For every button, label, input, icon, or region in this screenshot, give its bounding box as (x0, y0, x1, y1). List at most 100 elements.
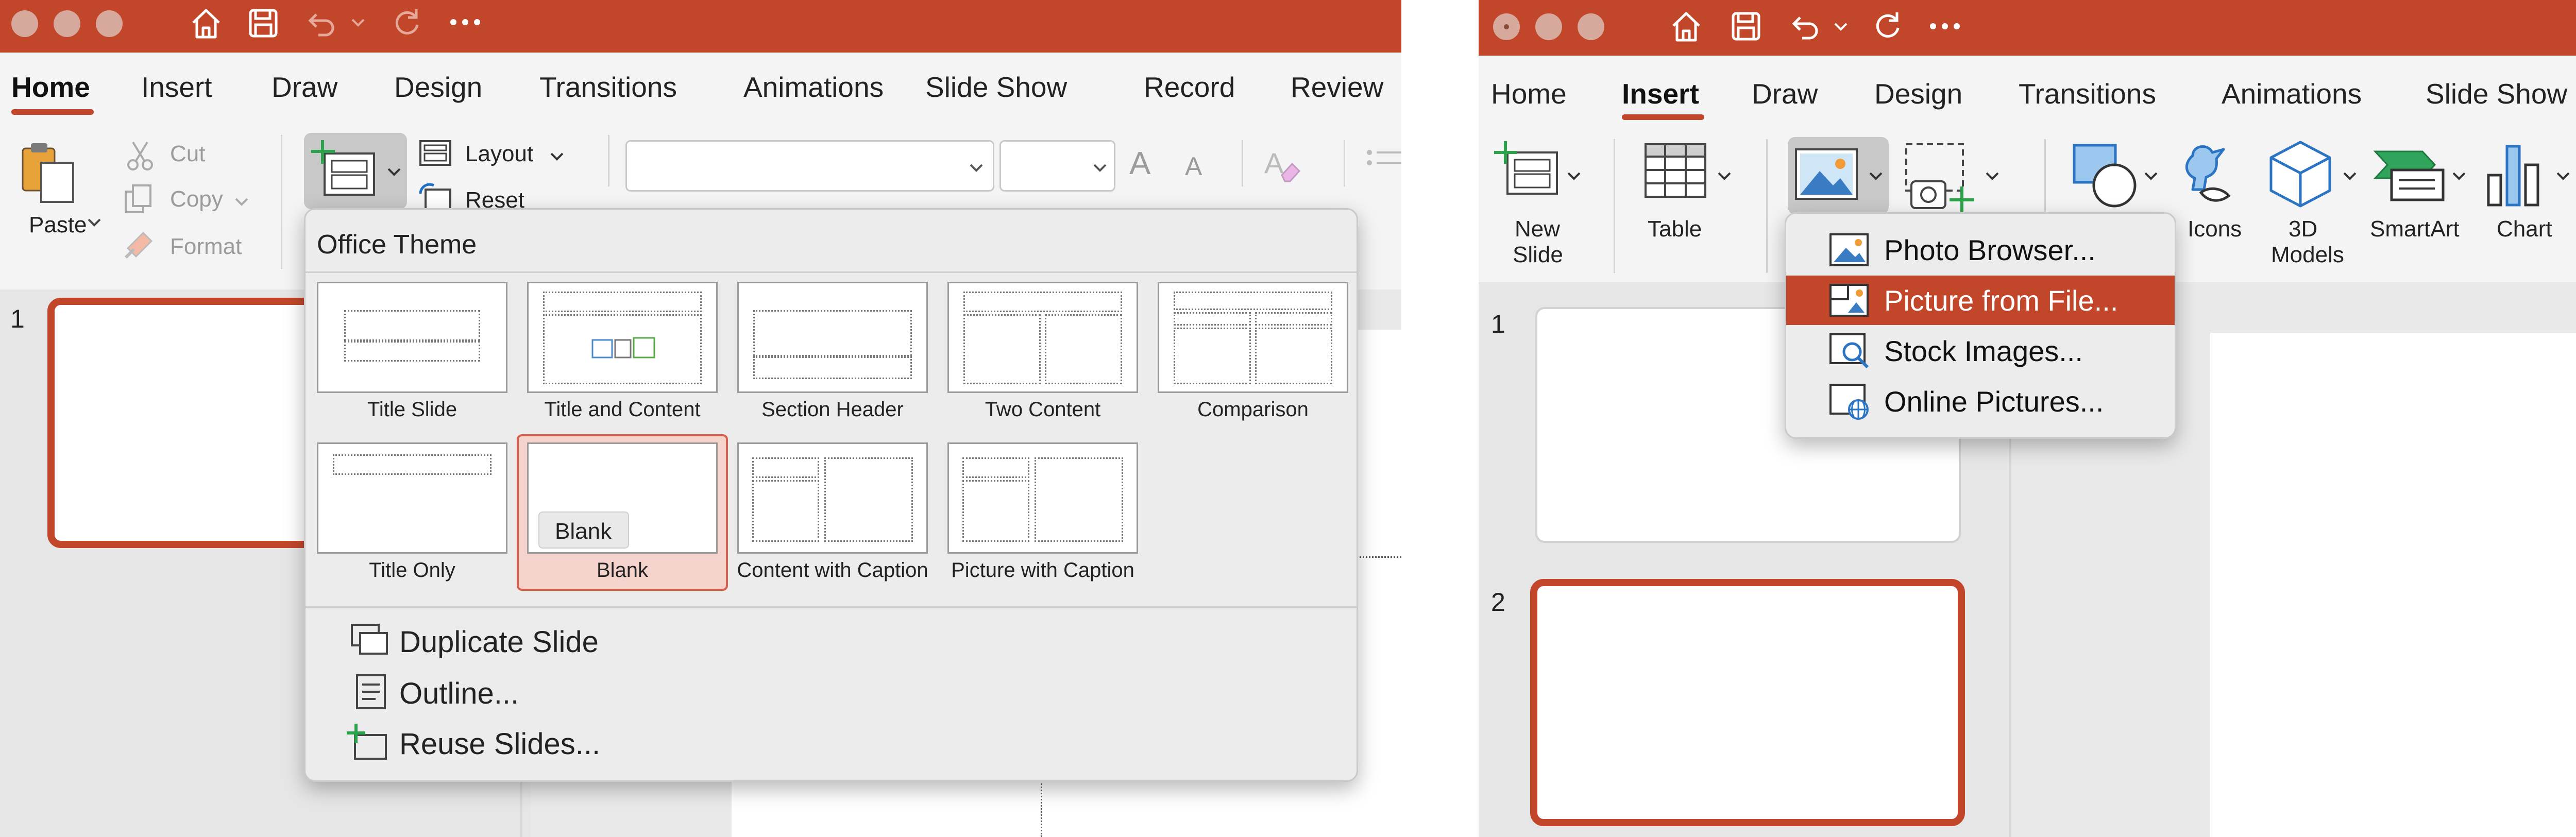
redo-icon[interactable] (1870, 8, 1904, 42)
undo-icon[interactable] (1788, 9, 1822, 43)
copy-icon[interactable] (123, 183, 155, 215)
close-window-button[interactable] (11, 10, 38, 37)
online-pictures-item[interactable]: Online Pictures... (1786, 377, 2175, 426)
paste-label[interactable]: Paste (29, 212, 87, 238)
zoom-window-button[interactable] (1578, 13, 1604, 40)
3d-models-label-line1[interactable]: 3D (2289, 216, 2317, 242)
more-icon[interactable] (1928, 21, 1962, 32)
tab-slide-show[interactable]: Slide Show (2426, 77, 2567, 110)
layout-title-and-content[interactable] (527, 282, 718, 393)
icons-label[interactable]: Icons (2188, 216, 2242, 242)
slide-thumbnail[interactable] (47, 298, 336, 548)
increase-font-size-button[interactable]: A (1129, 145, 1150, 182)
home-icon[interactable] (188, 5, 224, 41)
reuse-slides-item[interactable]: Reuse Slides... (399, 727, 600, 761)
layout-title-only[interactable] (317, 442, 507, 554)
zoom-window-button[interactable] (96, 10, 123, 37)
pictures-menu: Photo Browser... Picture from File... St… (1785, 212, 2176, 439)
screenshot-icon[interactable] (1904, 142, 1976, 214)
layout-title-slide[interactable] (317, 282, 507, 393)
save-icon[interactable] (1729, 9, 1763, 43)
format-painter-icon[interactable] (123, 228, 156, 261)
cut-label[interactable]: Cut (170, 141, 205, 167)
tab-home[interactable]: Home (11, 71, 90, 104)
paste-dropdown-icon[interactable] (87, 216, 102, 228)
stock-images-item[interactable]: Stock Images... (1786, 326, 2175, 375)
layout-content-with-caption[interactable] (737, 442, 928, 554)
tab-slide-show[interactable]: Slide Show (925, 71, 1067, 104)
undo-dropdown-icon[interactable] (1833, 21, 1849, 32)
new-slide-label-line2[interactable]: Slide (1513, 242, 1563, 268)
font-name-dropdown-icon[interactable] (969, 162, 984, 173)
redo-icon[interactable] (389, 5, 423, 39)
tab-insert[interactable]: Insert (141, 71, 212, 104)
undo-icon[interactable] (304, 6, 338, 40)
home-icon[interactable] (1668, 8, 1704, 44)
tab-transitions[interactable]: Transitions (539, 71, 677, 104)
decrease-font-size-button[interactable]: A (1185, 151, 1202, 181)
tab-draw[interactable]: Draw (1752, 77, 1818, 110)
smartart-label[interactable]: SmartArt (2370, 216, 2460, 242)
table-icon[interactable] (1643, 142, 1707, 199)
clear-formatting-icon[interactable]: A (1262, 143, 1303, 184)
save-icon[interactable] (246, 6, 280, 40)
smartart-dropdown-icon[interactable] (2451, 170, 2467, 181)
tab-home[interactable]: Home (1491, 77, 1567, 110)
chart-label[interactable]: Chart (2497, 216, 2552, 242)
pictures-dropdown-icon[interactable] (1868, 170, 1884, 181)
copy-dropdown-icon[interactable] (234, 196, 249, 207)
picture-from-file-item[interactable]: Picture from File... (1786, 276, 2175, 325)
format-label[interactable]: Format (170, 234, 242, 260)
icons-icon[interactable] (2172, 140, 2239, 207)
layout-label[interactable]: Layout (465, 141, 533, 167)
tab-animations[interactable]: Animations (743, 71, 884, 104)
minimize-window-button[interactable] (1535, 13, 1562, 40)
layout-picture-with-caption[interactable] (947, 442, 1138, 554)
tooltip-text: Blank (555, 519, 612, 544)
slide-canvas[interactable] (2210, 333, 2576, 837)
outline-item[interactable]: Outline... (399, 676, 519, 711)
layout-icon[interactable] (418, 139, 452, 167)
table-label[interactable]: Table (1648, 216, 1702, 242)
minimize-window-button[interactable] (54, 10, 80, 37)
font-size-dropdown-icon[interactable] (1092, 162, 1108, 173)
more-icon[interactable] (448, 16, 482, 28)
paste-icon[interactable] (16, 139, 83, 206)
window-button-dot (1504, 24, 1509, 29)
tab-design[interactable]: Design (1874, 77, 1962, 110)
3d-models-label-line2[interactable]: Models (2271, 242, 2344, 268)
bullets-icon[interactable] (1365, 147, 1401, 178)
chart-icon[interactable] (2485, 141, 2542, 208)
tab-transitions[interactable]: Transitions (2019, 77, 2156, 110)
new-slide-label-line1[interactable]: New (1515, 216, 1560, 242)
layout-dropdown-icon[interactable] (549, 150, 565, 162)
new-slide-dropdown-icon[interactable] (1566, 170, 1582, 181)
cut-icon[interactable] (126, 140, 155, 171)
layout-section-header[interactable] (737, 282, 928, 393)
chart-dropdown-icon[interactable] (2555, 170, 2571, 181)
screenshot-dropdown-icon[interactable] (1985, 170, 2000, 181)
layout-two-content[interactable] (947, 282, 1138, 393)
shapes-dropdown-icon[interactable] (2143, 170, 2159, 181)
3d-models-icon[interactable] (2267, 139, 2334, 209)
undo-dropdown-icon[interactable] (350, 16, 366, 28)
slide-thumbnail[interactable] (1530, 579, 1965, 826)
shapes-icon[interactable] (2071, 142, 2138, 209)
tab-review[interactable]: Review (1291, 71, 1383, 104)
tab-insert[interactable]: Insert (1622, 77, 1699, 110)
new-slide-icon[interactable] (1494, 140, 1561, 197)
photo-browser-label: Photo Browser... (1884, 234, 2096, 266)
new-slide-dropdown-icon[interactable] (386, 166, 402, 177)
tab-record[interactable]: Record (1144, 71, 1235, 104)
font-name-combo[interactable] (625, 140, 994, 192)
duplicate-slide-item[interactable]: Duplicate Slide (399, 625, 599, 659)
tab-draw[interactable]: Draw (272, 71, 337, 104)
smartart-icon[interactable] (2373, 146, 2445, 203)
copy-label[interactable]: Copy (170, 186, 223, 212)
layout-comparison[interactable] (1158, 282, 1348, 393)
tab-design[interactable]: Design (394, 71, 482, 104)
tab-animations[interactable]: Animations (2222, 77, 2362, 110)
3d-models-dropdown-icon[interactable] (2342, 170, 2358, 181)
table-dropdown-icon[interactable] (1717, 170, 1732, 181)
photo-browser-item[interactable]: Photo Browser... (1786, 225, 2175, 275)
